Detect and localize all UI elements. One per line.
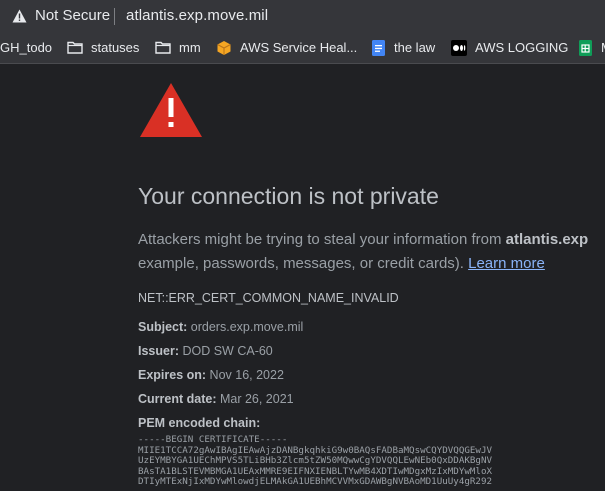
page-title: Your connection is not private bbox=[138, 183, 439, 209]
bookmark-folder-mm[interactable]: mm bbox=[155, 32, 201, 63]
bookmark-label: AWS Service Heal... bbox=[240, 40, 358, 55]
cert-issuer: Issuer: DOD SW CA-60 bbox=[138, 344, 273, 358]
bookmark-the-law[interactable]: the law bbox=[370, 32, 435, 63]
bookmark-label: the law bbox=[394, 40, 436, 55]
pem-certificate-text: -----BEGIN CERTIFICATE----- MIIE1TCCA72gA… bbox=[138, 434, 493, 488]
bookmarks-bar: GH_todo statuses mm AWS Service Heal... … bbox=[0, 32, 605, 64]
medium-dots-icon bbox=[451, 39, 467, 56]
address-bar[interactable]: Not Secure atlantis.exp.move.mil bbox=[0, 0, 605, 32]
red-warning-triangle-icon bbox=[140, 83, 202, 137]
field-value: DOD SW CA-60 bbox=[179, 344, 273, 358]
cert-expires: Expires on: Nov 16, 2022 bbox=[138, 368, 284, 382]
bookmark-aws-service-health[interactable]: AWS Service Heal... bbox=[216, 32, 357, 63]
error-code: NET::ERR_CERT_COMMON_NAME_INVALID bbox=[138, 291, 399, 305]
description-text-line2: example, passwords, messages, or credit … bbox=[138, 255, 469, 272]
bookmark-sheet-m[interactable]: M bbox=[577, 32, 605, 63]
field-label: PEM encoded chain: bbox=[138, 416, 261, 430]
error-description: Attackers might be trying to steal your … bbox=[138, 228, 588, 276]
url-separator bbox=[114, 8, 115, 25]
field-label: Current date: bbox=[138, 392, 217, 406]
description-hostname: atlantis.exp bbox=[505, 231, 589, 248]
pem-line: UzEYMBYGA1UEChMPVS5TLiBHb3Zlcm5tZW50MQww… bbox=[138, 455, 493, 466]
bookmark-label: GH_todo bbox=[0, 40, 53, 55]
folder-icon bbox=[67, 40, 83, 56]
pem-chain-label: PEM encoded chain: bbox=[138, 416, 260, 430]
field-label: Subject: bbox=[138, 320, 188, 334]
field-label: Expires on: bbox=[138, 368, 207, 382]
pem-line: -----BEGIN CERTIFICATE----- bbox=[138, 434, 288, 445]
url-text[interactable]: atlantis.exp.move.mil bbox=[126, 7, 268, 24]
warning-triangle-icon[interactable] bbox=[12, 9, 27, 23]
current-date: Current date: Mar 26, 2021 bbox=[138, 392, 294, 406]
field-value: Nov 16, 2022 bbox=[206, 368, 284, 382]
bookmark-label: statuses bbox=[91, 40, 140, 55]
aws-cube-icon bbox=[216, 40, 232, 56]
google-sheets-icon bbox=[577, 39, 593, 56]
bookmark-gh-todo[interactable]: GH_todo bbox=[0, 32, 52, 63]
description-text: Attackers might be trying to steal your … bbox=[138, 231, 506, 248]
field-value: Mar 26, 2021 bbox=[216, 392, 294, 406]
pem-line: DTIyMTExNjIxMDYwMlowdjELMAkGA1UEBhMCVVMx… bbox=[138, 476, 493, 487]
folder-icon bbox=[155, 40, 171, 56]
bookmark-aws-logging[interactable]: AWS LOGGING bbox=[451, 32, 568, 63]
cert-subject: Subject: orders.exp.move.mil bbox=[138, 320, 303, 334]
security-status-label[interactable]: Not Secure bbox=[35, 7, 110, 24]
learn-more-link[interactable]: Learn more bbox=[468, 255, 545, 272]
bookmark-folder-statuses[interactable]: statuses bbox=[67, 32, 139, 63]
bookmark-label: mm bbox=[179, 40, 201, 55]
field-value: orders.exp.move.mil bbox=[187, 320, 304, 334]
interstitial-page: Your connection is not private Attackers… bbox=[0, 64, 605, 491]
bookmark-label: M bbox=[601, 40, 605, 55]
google-docs-icon bbox=[370, 39, 386, 56]
field-label: Issuer: bbox=[138, 344, 179, 358]
bookmark-label: AWS LOGGING bbox=[475, 40, 569, 55]
